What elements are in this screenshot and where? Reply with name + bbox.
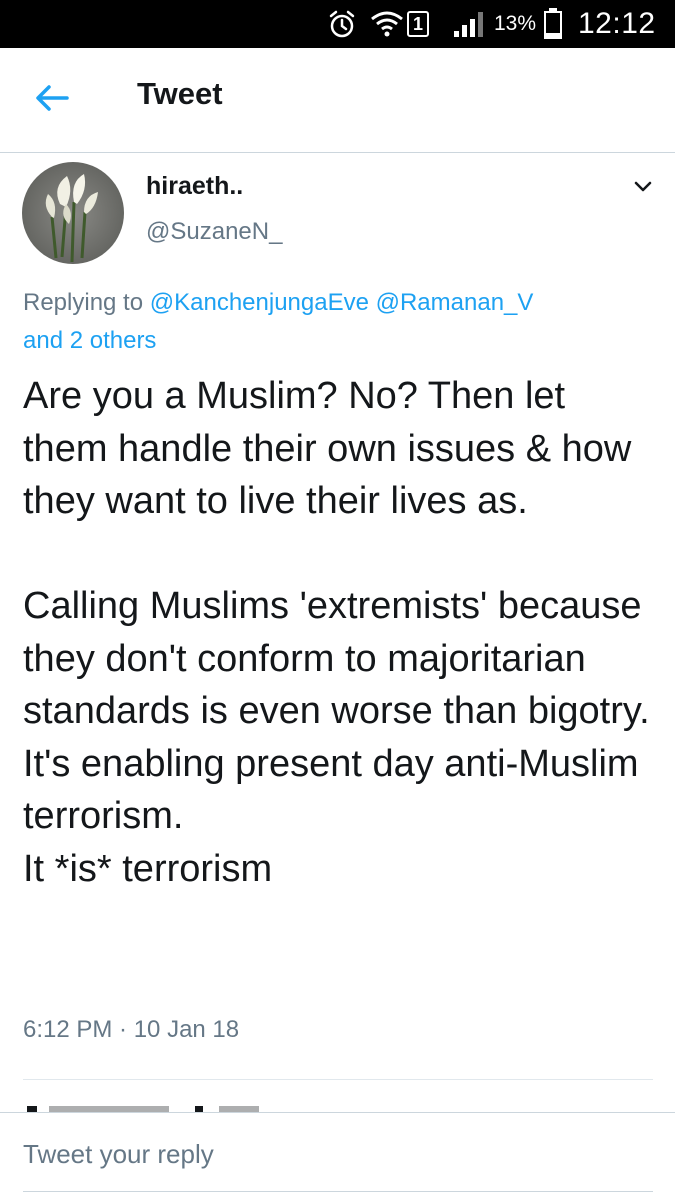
- reply-input-underline: [23, 1191, 653, 1192]
- calla-lily-avatar: [22, 162, 124, 264]
- alarm-icon: [326, 0, 358, 48]
- signal-icon: [452, 0, 488, 48]
- reply-composer-bar: Tweet your reply: [0, 1112, 675, 1201]
- back-button[interactable]: [30, 80, 74, 120]
- page-title: Tweet: [137, 76, 223, 111]
- status-time: 12:12: [578, 7, 656, 40]
- replying-prefix: Replying to: [23, 289, 150, 316]
- reply-mention-link[interactable]: @Ramanan_V: [376, 289, 534, 316]
- app-header: Tweet: [0, 48, 675, 153]
- chevron-down-icon: [633, 180, 653, 199]
- sim-slot-badge: 1: [407, 11, 429, 37]
- reply-others-link[interactable]: and 2 others: [23, 327, 156, 354]
- avatar[interactable]: [22, 162, 124, 264]
- replying-to-line: Replying to @KanchenjungaEve @Ramanan_Va…: [23, 284, 643, 360]
- engagement-stats-peek: [23, 1092, 653, 1112]
- reply-input[interactable]: Tweet your reply: [23, 1139, 214, 1170]
- status-bar: 1 13% 12:12: [0, 0, 675, 48]
- more-options-button[interactable]: [626, 176, 660, 202]
- tweet-text: Are you a Muslim? No? Then let them hand…: [23, 375, 650, 890]
- arrow-left-icon: [34, 83, 70, 118]
- sim-icon: 1: [407, 0, 429, 48]
- author-display-name[interactable]: hiraeth..: [146, 172, 243, 201]
- divider: [23, 1079, 653, 1080]
- battery-icon: [542, 0, 564, 48]
- wifi-icon: [370, 0, 404, 48]
- battery-percent: 13%: [494, 12, 537, 35]
- reply-mention-link[interactable]: @KanchenjungaEve: [150, 289, 369, 316]
- tweet-timestamp: 6:12 PM · 10 Jan 18: [23, 1016, 240, 1043]
- author-handle[interactable]: @SuzaneN_: [146, 218, 282, 246]
